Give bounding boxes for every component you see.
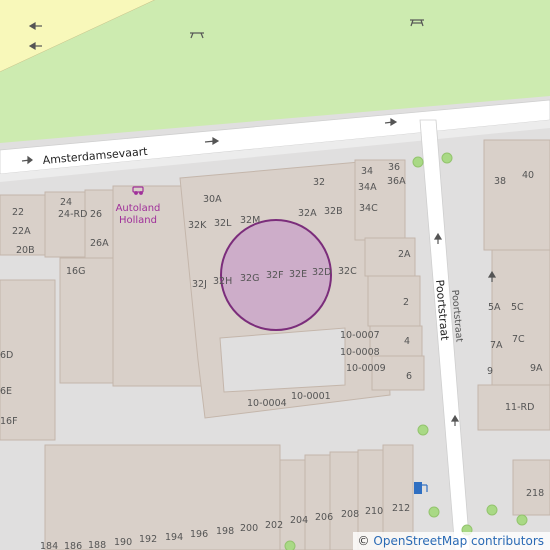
house-number: 32J — [192, 279, 207, 290]
house-number: 2 — [403, 297, 409, 308]
house-number: 204 — [290, 515, 308, 526]
house-number: 10-0008 — [340, 347, 380, 358]
house-number: 20B — [16, 245, 35, 256]
house-number: 22 — [12, 207, 24, 218]
house-number: 32F — [266, 270, 284, 281]
house-number: 32G — [240, 273, 259, 284]
house-number: 16F — [0, 416, 18, 427]
house-number: 36 — [388, 162, 400, 173]
house-number: 40 — [522, 170, 534, 181]
house-number: 32M — [240, 215, 260, 226]
house-number: 202 — [265, 520, 283, 531]
house-number: 10-0007 — [340, 330, 380, 341]
house-number: 7C — [512, 334, 525, 345]
attribution-link[interactable]: OpenStreetMap contributors — [373, 534, 544, 548]
house-number: 210 — [365, 506, 383, 517]
house-number: 196 — [190, 529, 208, 540]
house-number: 10-0001 — [291, 391, 331, 402]
house-number: 188 — [88, 540, 106, 550]
house-number: 32B — [324, 206, 343, 217]
house-number: 34 — [361, 166, 373, 177]
house-number: 30A — [203, 194, 222, 205]
house-number: 16G — [66, 266, 85, 277]
house-number: 6E — [0, 386, 12, 397]
house-number: 36A — [387, 176, 406, 187]
house-number: 206 — [315, 512, 333, 523]
house-number: 6D — [0, 350, 13, 361]
poi-label-line2[interactable]: Holland — [119, 215, 157, 226]
house-number: 6 — [406, 371, 412, 382]
house-number: 32C — [338, 266, 357, 277]
house-number: 32E — [289, 269, 307, 280]
house-number: 32L — [214, 218, 232, 229]
house-number: 24-RD — [58, 209, 87, 220]
house-number: 22A — [12, 226, 31, 237]
house-number: 34A — [358, 182, 377, 193]
house-number: 32D — [312, 267, 331, 278]
house-number: 7A — [490, 340, 503, 351]
house-number: 2A — [398, 249, 411, 260]
house-number: 4 — [404, 336, 410, 347]
house-number: 194 — [165, 532, 183, 543]
house-number: 32H — [213, 276, 232, 287]
house-number: 11-RD — [505, 402, 534, 413]
house-number: 5A — [488, 302, 501, 313]
house-number: 38 — [494, 176, 506, 187]
house-number: 198 — [216, 526, 234, 537]
house-number: 5C — [511, 302, 524, 313]
house-number: 10-0009 — [346, 363, 386, 374]
house-number: 24 — [60, 197, 72, 208]
house-number: 9A — [530, 363, 543, 374]
house-number: 184 — [40, 541, 58, 550]
courtyard — [219, 327, 346, 393]
house-number: 34C — [359, 203, 378, 214]
house-number: 32K — [188, 220, 207, 231]
house-number: 32A — [298, 208, 317, 219]
house-number: 200 — [240, 523, 258, 534]
copyright-symbol: © — [357, 534, 370, 548]
house-number: 212 — [392, 503, 410, 514]
house-number: 190 — [114, 537, 132, 548]
map-attribution: © OpenStreetMap contributors — [352, 532, 550, 550]
house-number: 208 — [341, 509, 359, 520]
house-number: 32 — [313, 177, 325, 188]
house-number: 192 — [139, 534, 157, 545]
map-canvas[interactable]: Amsterdamsevaart Poortstraat Poortstraat… — [0, 0, 550, 550]
house-number: 9 — [487, 366, 493, 377]
house-number: 10-0004 — [247, 398, 287, 409]
house-number: 186 — [64, 541, 82, 550]
house-number: 26A — [90, 238, 109, 249]
house-number: 218 — [526, 488, 544, 499]
poi-label-line1[interactable]: Autoland — [116, 203, 161, 214]
house-number: 26 — [90, 209, 102, 220]
